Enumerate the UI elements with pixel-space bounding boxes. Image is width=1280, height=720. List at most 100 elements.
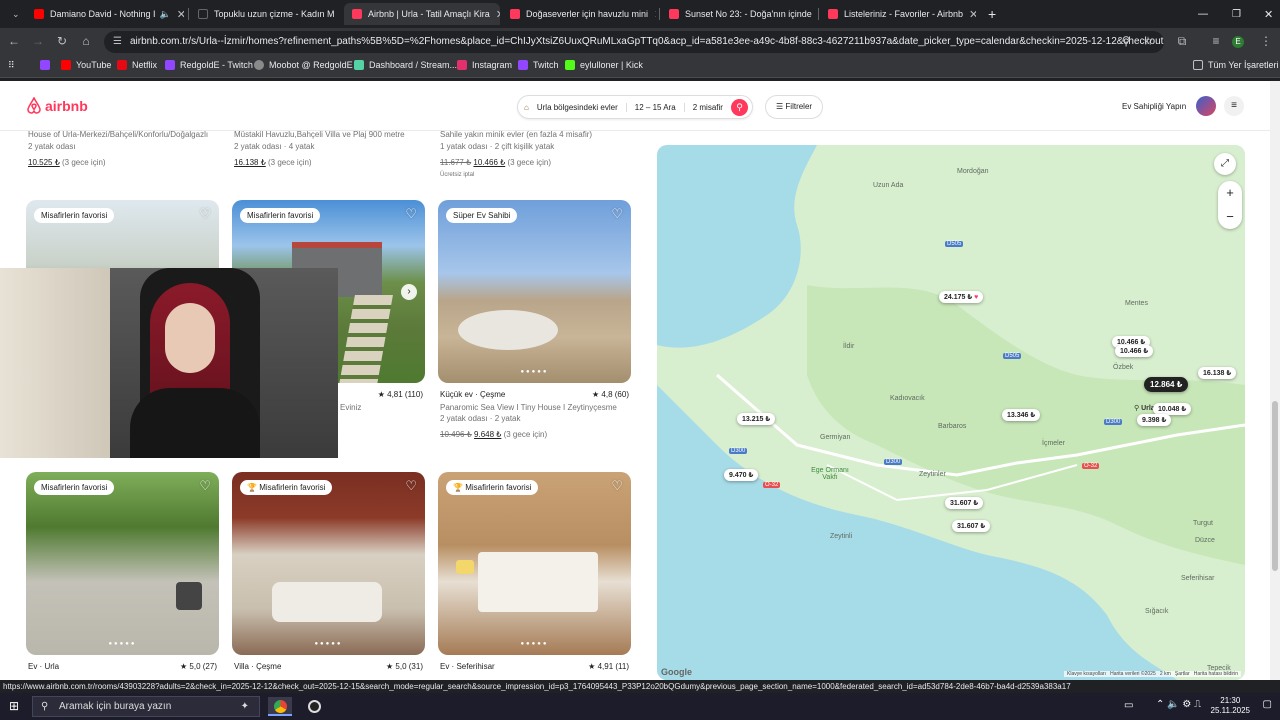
next-photo-icon[interactable]: › bbox=[401, 284, 417, 300]
price-pin[interactable]: 24.175 ₺ ♥ bbox=[939, 291, 984, 303]
close-tab-icon[interactable]: ✕ bbox=[812, 8, 815, 21]
bookmark-kick[interactable]: eylulloner | Kick bbox=[565, 60, 643, 70]
price-pin[interactable]: 13.215 ₺ bbox=[737, 413, 776, 425]
listing-rating: ★ 4,91 (11) bbox=[588, 662, 629, 671]
tray-icons[interactable]: ▭ bbox=[1124, 700, 1133, 711]
tab-label: Listeleriniz - Favoriler - Airbnb bbox=[844, 9, 964, 19]
zoom-in-icon[interactable]: + bbox=[1218, 181, 1242, 205]
price-pin[interactable]: 9.470 ₺ bbox=[724, 469, 759, 481]
search-location[interactable]: Urla bölgesindeki evler bbox=[529, 102, 627, 112]
listing-photo[interactable]: 🏆 Misafirlerin favorisi ♡ ●●●●● bbox=[438, 472, 631, 655]
price-pin-selected[interactable]: 12.864 ₺ bbox=[1144, 377, 1189, 392]
heart-icon[interactable]: ♡ bbox=[199, 206, 211, 222]
map-attribution: Klavye kısayolları Harita verileri ©2025… bbox=[1064, 671, 1241, 677]
expand-map-icon[interactable]: ⤢ bbox=[1214, 153, 1236, 175]
zoom-out-icon[interactable]: − bbox=[1218, 205, 1242, 229]
price-pin[interactable]: 16.138 ₺ bbox=[1198, 367, 1237, 379]
tab-2[interactable]: Topuklu uzun çizme - Kadın M✕ bbox=[190, 3, 340, 25]
close-window-button[interactable]: ✕ bbox=[1256, 3, 1274, 25]
bookmark-dashboard[interactable]: Dashboard / Stream... bbox=[354, 60, 457, 70]
become-host-link[interactable]: Ev Sahipliği Yapın bbox=[1122, 102, 1186, 111]
search-guests[interactable]: 2 misafir bbox=[685, 103, 731, 112]
scrollbar-thumb[interactable] bbox=[1272, 401, 1278, 571]
bookmark-instagram[interactable]: Instagram bbox=[457, 60, 512, 70]
windows-start-icon[interactable]: ⊞ bbox=[9, 699, 19, 713]
bookmark-moobot[interactable]: Moobot @ RedgoldE bbox=[254, 60, 353, 70]
site-info-icon[interactable]: ☰ bbox=[113, 31, 122, 53]
bookmark-twitch-icon[interactable] bbox=[40, 60, 55, 70]
listing-sub: 2 yatak odası bbox=[28, 142, 76, 151]
heart-icon[interactable]: ♡ bbox=[405, 478, 417, 494]
close-tab-icon[interactable]: ✕ bbox=[963, 8, 976, 21]
airbnb-logo[interactable]: airbnb bbox=[26, 97, 88, 114]
close-tab-icon[interactable]: ✕ bbox=[335, 8, 340, 21]
apps-icon[interactable]: ⠿ bbox=[8, 60, 15, 71]
listing-partial-3[interactable]: Sahile yakın minik evler (en fazla 4 mis… bbox=[440, 129, 592, 181]
search-dates[interactable]: 12 – 15 Ara bbox=[627, 102, 685, 112]
bookmark-redgolde-twitch[interactable]: RedgoldE - Twitch bbox=[165, 60, 253, 70]
heart-icon[interactable]: ♡ bbox=[405, 206, 417, 222]
tab-3-active[interactable]: Airbnb | Urla - Tatil Amaçlı Kira✕ bbox=[344, 3, 500, 25]
minimize-button[interactable]: — bbox=[1190, 3, 1208, 25]
url-input[interactable]: ☰ airbnb.com.tr/s/Urla--İzmir/homes?refin… bbox=[104, 31, 1164, 53]
tab-search-button[interactable]: ⌄ bbox=[4, 3, 22, 25]
heart-icon[interactable]: ♡ bbox=[199, 478, 211, 494]
listing-nights: (3 gece için) bbox=[62, 158, 106, 167]
media-icon[interactable]: ≡ bbox=[1208, 34, 1224, 48]
profile-icon[interactable]: E bbox=[1232, 36, 1244, 48]
listing-photo[interactable]: 🏆 Misafirlerin favorisi ♡ ●●●●● bbox=[232, 472, 425, 655]
price-pin[interactable]: 9.398 ₺ bbox=[1137, 414, 1172, 426]
extensions-icon[interactable]: ⧉ bbox=[1174, 34, 1190, 49]
forward-icon[interactable]: → bbox=[30, 34, 46, 48]
tab-4[interactable]: Doğaseverler için havuzlu mini✕ bbox=[502, 3, 656, 25]
listing-nights: (3 gece için) bbox=[503, 430, 548, 439]
new-tab-button[interactable]: + bbox=[980, 3, 998, 25]
heart-icon[interactable]: ♡ bbox=[611, 478, 623, 494]
listing-photo[interactable]: Misafirlerin favorisi ♡ ●●●●● bbox=[26, 472, 219, 655]
avatar[interactable] bbox=[1196, 96, 1216, 116]
close-tab-icon[interactable]: ✕ bbox=[490, 8, 500, 21]
youtube-icon bbox=[34, 9, 44, 19]
tab-5[interactable]: Sunset No 23: - Doğa'nın içinde✕ bbox=[661, 3, 815, 25]
heart-icon[interactable]: ♡ bbox=[611, 206, 623, 222]
sofa-graphic bbox=[272, 582, 382, 622]
bookmark-netflix[interactable]: Netflix bbox=[117, 60, 157, 70]
close-tab-icon[interactable]: ✕ bbox=[171, 8, 184, 21]
tab-6[interactable]: Listeleriniz - Favoriler - Airbnb ✕ bbox=[820, 3, 976, 25]
all-bookmarks[interactable]: Tüm Yer İşaretleri bbox=[1193, 60, 1279, 70]
price-pin[interactable]: 10.466 ₺ bbox=[1115, 345, 1154, 357]
taskbar-clock[interactable]: 21:30 25.11.2025 bbox=[1211, 696, 1250, 716]
bookmark-youtube[interactable]: YouTube bbox=[61, 60, 111, 70]
listing-partial-2[interactable]: Müstakil Havuzlu,Bahçeli Villa ve Plaj 9… bbox=[234, 129, 405, 169]
reload-icon[interactable]: ↻ bbox=[54, 34, 70, 48]
home-icon[interactable]: ⌂ bbox=[78, 34, 94, 48]
obs-taskbar-icon[interactable] bbox=[302, 697, 326, 716]
listing-partial-1[interactable]: House of Urla-Merkezi/Bahçeli/Konforlu/D… bbox=[28, 129, 208, 169]
notification-icon[interactable]: ▢ bbox=[1263, 699, 1272, 710]
system-tray-icons[interactable]: ⌃ 🔈 ⚙ ⎍ bbox=[1156, 699, 1201, 710]
search-icon[interactable]: ⚲ bbox=[731, 99, 748, 116]
bookmark-star-icon[interactable]: ☆ bbox=[1140, 34, 1156, 48]
close-tab-icon[interactable]: ✕ bbox=[648, 8, 656, 21]
price-pin[interactable]: 31.607 ₺ bbox=[945, 497, 984, 509]
maximize-button[interactable]: ❐ bbox=[1224, 3, 1242, 25]
tab-divider bbox=[188, 8, 189, 20]
taskbar-search[interactable]: ⚲ Aramak için buraya yazın ✦ bbox=[32, 696, 260, 717]
price-pin[interactable]: 13.346 ₺ bbox=[1002, 409, 1041, 421]
map[interactable]: Mordoğan Uzun Ada Mentes İldir Özbek Kad… bbox=[657, 145, 1245, 680]
search-bar[interactable]: ⌂ Urla bölgesindeki evler 12 – 15 Ara 2 … bbox=[517, 95, 753, 119]
airbnb-logo-icon bbox=[27, 97, 41, 114]
page-scrollbar[interactable] bbox=[1270, 81, 1280, 680]
zoom-icon[interactable]: ⚲ bbox=[1118, 34, 1134, 48]
listing-photo[interactable]: Süper Ev Sahibi ♡ ●●●●● bbox=[438, 200, 631, 383]
listing-title: Villa · Çeşme bbox=[234, 662, 282, 671]
filters-button[interactable]: ☰ Filtreler bbox=[765, 95, 824, 119]
bookmark-twitch[interactable]: Twitch bbox=[518, 60, 559, 70]
chrome-taskbar-icon[interactable] bbox=[268, 697, 292, 716]
hamburger-menu-icon[interactable]: ≡ bbox=[1224, 96, 1244, 116]
price-pin[interactable]: 31.607 ₺ bbox=[952, 520, 991, 532]
lamp-graphic bbox=[456, 560, 474, 574]
more-icon[interactable]: ⋮ bbox=[1258, 34, 1274, 48]
tab-1[interactable]: Damiano David - Nothing I 🔈 ✕ bbox=[26, 3, 184, 25]
back-icon[interactable]: ← bbox=[6, 34, 22, 48]
